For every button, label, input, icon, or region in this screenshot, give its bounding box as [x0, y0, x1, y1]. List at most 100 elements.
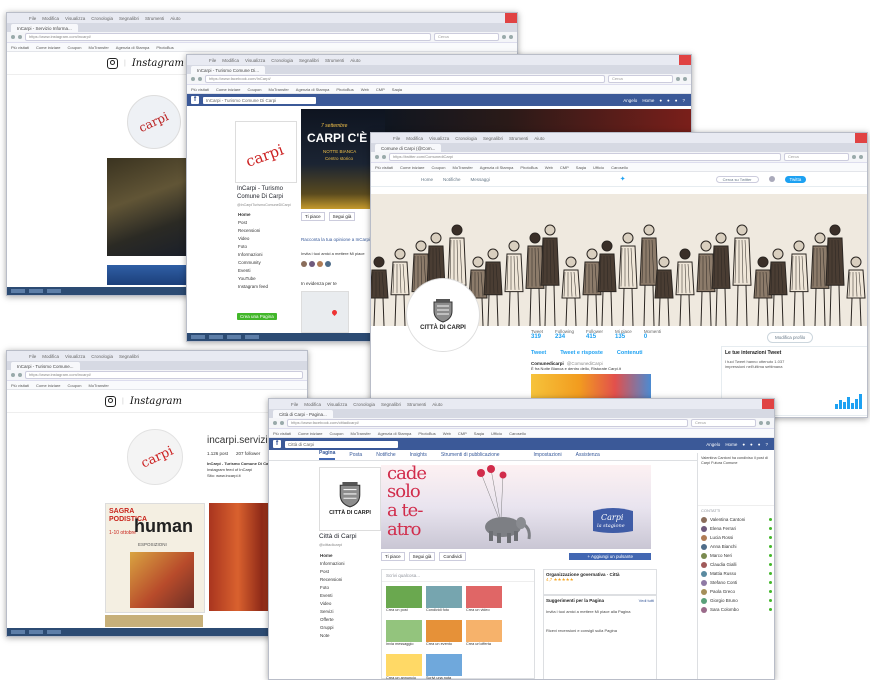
- tab-page[interactable]: Pagina: [319, 450, 336, 460]
- instagram-logo[interactable]: Instagram: [132, 58, 184, 69]
- menu-tools[interactable]: Strumenti: [407, 402, 426, 407]
- browser-tab[interactable]: Città di Carpi - Pagina...: [273, 410, 333, 418]
- tool-tile[interactable]: Crea un annuncio: [386, 654, 422, 679]
- chat-contact[interactable]: Stefano Conti: [701, 578, 774, 587]
- facebook-logo-icon[interactable]: f: [191, 96, 199, 104]
- see-all-link[interactable]: Vedi tutti: [639, 598, 654, 603]
- follow-button[interactable]: Segui già: [408, 552, 436, 561]
- notifications-icon[interactable]: ●: [758, 442, 761, 447]
- chat-contact[interactable]: Lucia Rossi: [701, 533, 774, 542]
- chat-contact[interactable]: Anna Bianchi: [701, 542, 774, 551]
- bookmark-item[interactable]: MoTransfer: [88, 383, 108, 388]
- close-button[interactable]: [505, 13, 517, 23]
- menu-help[interactable]: Aiuto: [170, 16, 180, 21]
- browser-search-field[interactable]: Cerca: [784, 153, 849, 161]
- menu-edit[interactable]: Modifica: [42, 354, 59, 359]
- facebook-search-field[interactable]: Città di Carpi: [285, 440, 398, 448]
- tweet-button[interactable]: Twitta: [784, 175, 807, 183]
- bookmark-item[interactable]: Agenzia di Stampa: [116, 45, 150, 50]
- tab-tweets-replies[interactable]: Tweet e risposte: [560, 350, 603, 356]
- edit-profile-button[interactable]: Modifica profilo: [767, 332, 814, 343]
- home-link[interactable]: Home: [642, 98, 654, 103]
- friends-icon[interactable]: ●: [742, 442, 745, 447]
- bookmark-item[interactable]: Come iniziare: [36, 45, 60, 50]
- nav-item-instagram[interactable]: Instagram feed: [235, 283, 299, 291]
- bookmark-item[interactable]: PhotoBus: [336, 87, 353, 92]
- bookmark-item[interactable]: PhotoBus: [156, 45, 173, 50]
- twitter-search-field[interactable]: Cerca su Twitter: [715, 175, 759, 183]
- bookmark-item[interactable]: Web: [545, 165, 553, 170]
- taskbar-item[interactable]: [47, 630, 61, 634]
- menu-file[interactable]: File: [29, 16, 36, 21]
- like-button[interactable]: Ti piace: [381, 552, 405, 561]
- menu-help[interactable]: Aiuto: [432, 402, 442, 407]
- nav-notifications[interactable]: Notifiche: [443, 177, 461, 182]
- photo-tile[interactable]: [107, 158, 189, 256]
- browser-search-field[interactable]: Cerca: [691, 419, 756, 427]
- menu-icon[interactable]: [766, 421, 770, 425]
- nav-item-community[interactable]: Community: [235, 259, 299, 267]
- stat-moments[interactable]: Momenti 0: [644, 329, 661, 340]
- add-cta-button[interactable]: + Aggiungi un pulsante: [569, 553, 651, 560]
- nav-item-post[interactable]: Post: [235, 219, 299, 227]
- nav-item-video[interactable]: Video: [317, 600, 377, 608]
- taskbar-item[interactable]: [11, 289, 25, 293]
- maximize-button[interactable]: [843, 133, 855, 143]
- user-name[interactable]: Angelo: [706, 442, 720, 447]
- chat-contact[interactable]: Claudia Gialli: [701, 560, 774, 569]
- bookmark-item[interactable]: Agenzia di Stampa: [378, 431, 412, 436]
- menu-history[interactable]: Cronologia: [353, 402, 375, 407]
- help-icon[interactable]: ?: [682, 98, 685, 103]
- nav-item-home[interactable]: Home: [235, 211, 299, 219]
- minimize-button[interactable]: [831, 133, 843, 143]
- twitter-bird-icon[interactable]: ✦: [620, 175, 626, 183]
- composer-input[interactable]: Scrivi qualcosa...: [382, 570, 534, 582]
- menu-history[interactable]: Cronologia: [91, 354, 113, 359]
- tab-settings[interactable]: Impostazioni: [534, 452, 562, 458]
- taskbar-item[interactable]: [47, 289, 61, 293]
- page-handle[interactable]: @InCarpiTurismoComuneDiCarpi: [237, 203, 297, 207]
- menu-view[interactable]: Visualizza: [429, 136, 449, 141]
- chat-contact[interactable]: Giorgio Bruno: [701, 596, 774, 605]
- tab-insights[interactable]: Insights: [410, 452, 427, 458]
- instagram-icon[interactable]: [105, 395, 116, 407]
- messages-icon[interactable]: ●: [750, 442, 753, 447]
- nav-item-youtube[interactable]: YouTube: [235, 275, 299, 283]
- menu-tools[interactable]: Strumenti: [145, 16, 164, 21]
- photo-tile[interactable]: SAGRA PODISTICA 1-10 ottobre human ESPOS…: [105, 503, 205, 613]
- nav-item-notes[interactable]: Note: [317, 632, 377, 640]
- chat-contact[interactable]: Paola Greco: [701, 587, 774, 596]
- tab-publishing-tools[interactable]: Strumenti di pubblicazione: [441, 452, 500, 458]
- nav-item-services[interactable]: Servizi: [317, 608, 377, 616]
- taskbar-item[interactable]: [191, 335, 205, 339]
- menu-edit[interactable]: Modifica: [304, 402, 321, 407]
- bookmark-item[interactable]: Come iniziare: [400, 165, 424, 170]
- nav-item-reviews[interactable]: Recensioni: [235, 227, 299, 235]
- instagram-icon[interactable]: [107, 57, 118, 69]
- reload-icon[interactable]: [280, 421, 284, 425]
- nav-item-offers[interactable]: Offerte: [317, 616, 377, 624]
- notifications-icon[interactable]: ●: [675, 98, 678, 103]
- photo-tile[interactable]: [105, 615, 203, 627]
- follow-button[interactable]: Segui già: [328, 212, 356, 221]
- taskbar-item[interactable]: [245, 335, 259, 339]
- url-field[interactable]: https://www.instagram.com/incarpi/: [25, 33, 431, 41]
- org-rating[interactable]: 4,7 ★★★★★: [546, 577, 654, 583]
- tool-tile[interactable]: Crea un'offerta: [466, 620, 502, 650]
- bookmark-item[interactable]: Carosello: [611, 165, 628, 170]
- bookmark-item[interactable]: Ufficio: [491, 431, 502, 436]
- avatar[interactable]: [301, 261, 307, 267]
- menu-view[interactable]: Visualizza: [65, 16, 85, 21]
- browser-search-field[interactable]: Cerca: [434, 33, 499, 41]
- nav-messages[interactable]: Messaggi: [471, 177, 490, 182]
- menu-view[interactable]: Visualizza: [65, 354, 85, 359]
- menu-bookmarks[interactable]: Segnalibri: [119, 16, 139, 21]
- create-page-button[interactable]: Crea una Pagina: [237, 313, 277, 320]
- nav-item-home[interactable]: Home: [317, 552, 377, 560]
- nav-item-post[interactable]: Post: [317, 568, 377, 576]
- stat-likes[interactable]: Mi piace 135: [615, 329, 632, 340]
- minimize-button[interactable]: [655, 55, 667, 65]
- url-field[interactable]: https://www.facebook.com/InCarpi/: [205, 75, 605, 83]
- nav-item-photos[interactable]: Foto: [317, 584, 377, 592]
- bookmark-item[interactable]: MoTransfer: [452, 165, 472, 170]
